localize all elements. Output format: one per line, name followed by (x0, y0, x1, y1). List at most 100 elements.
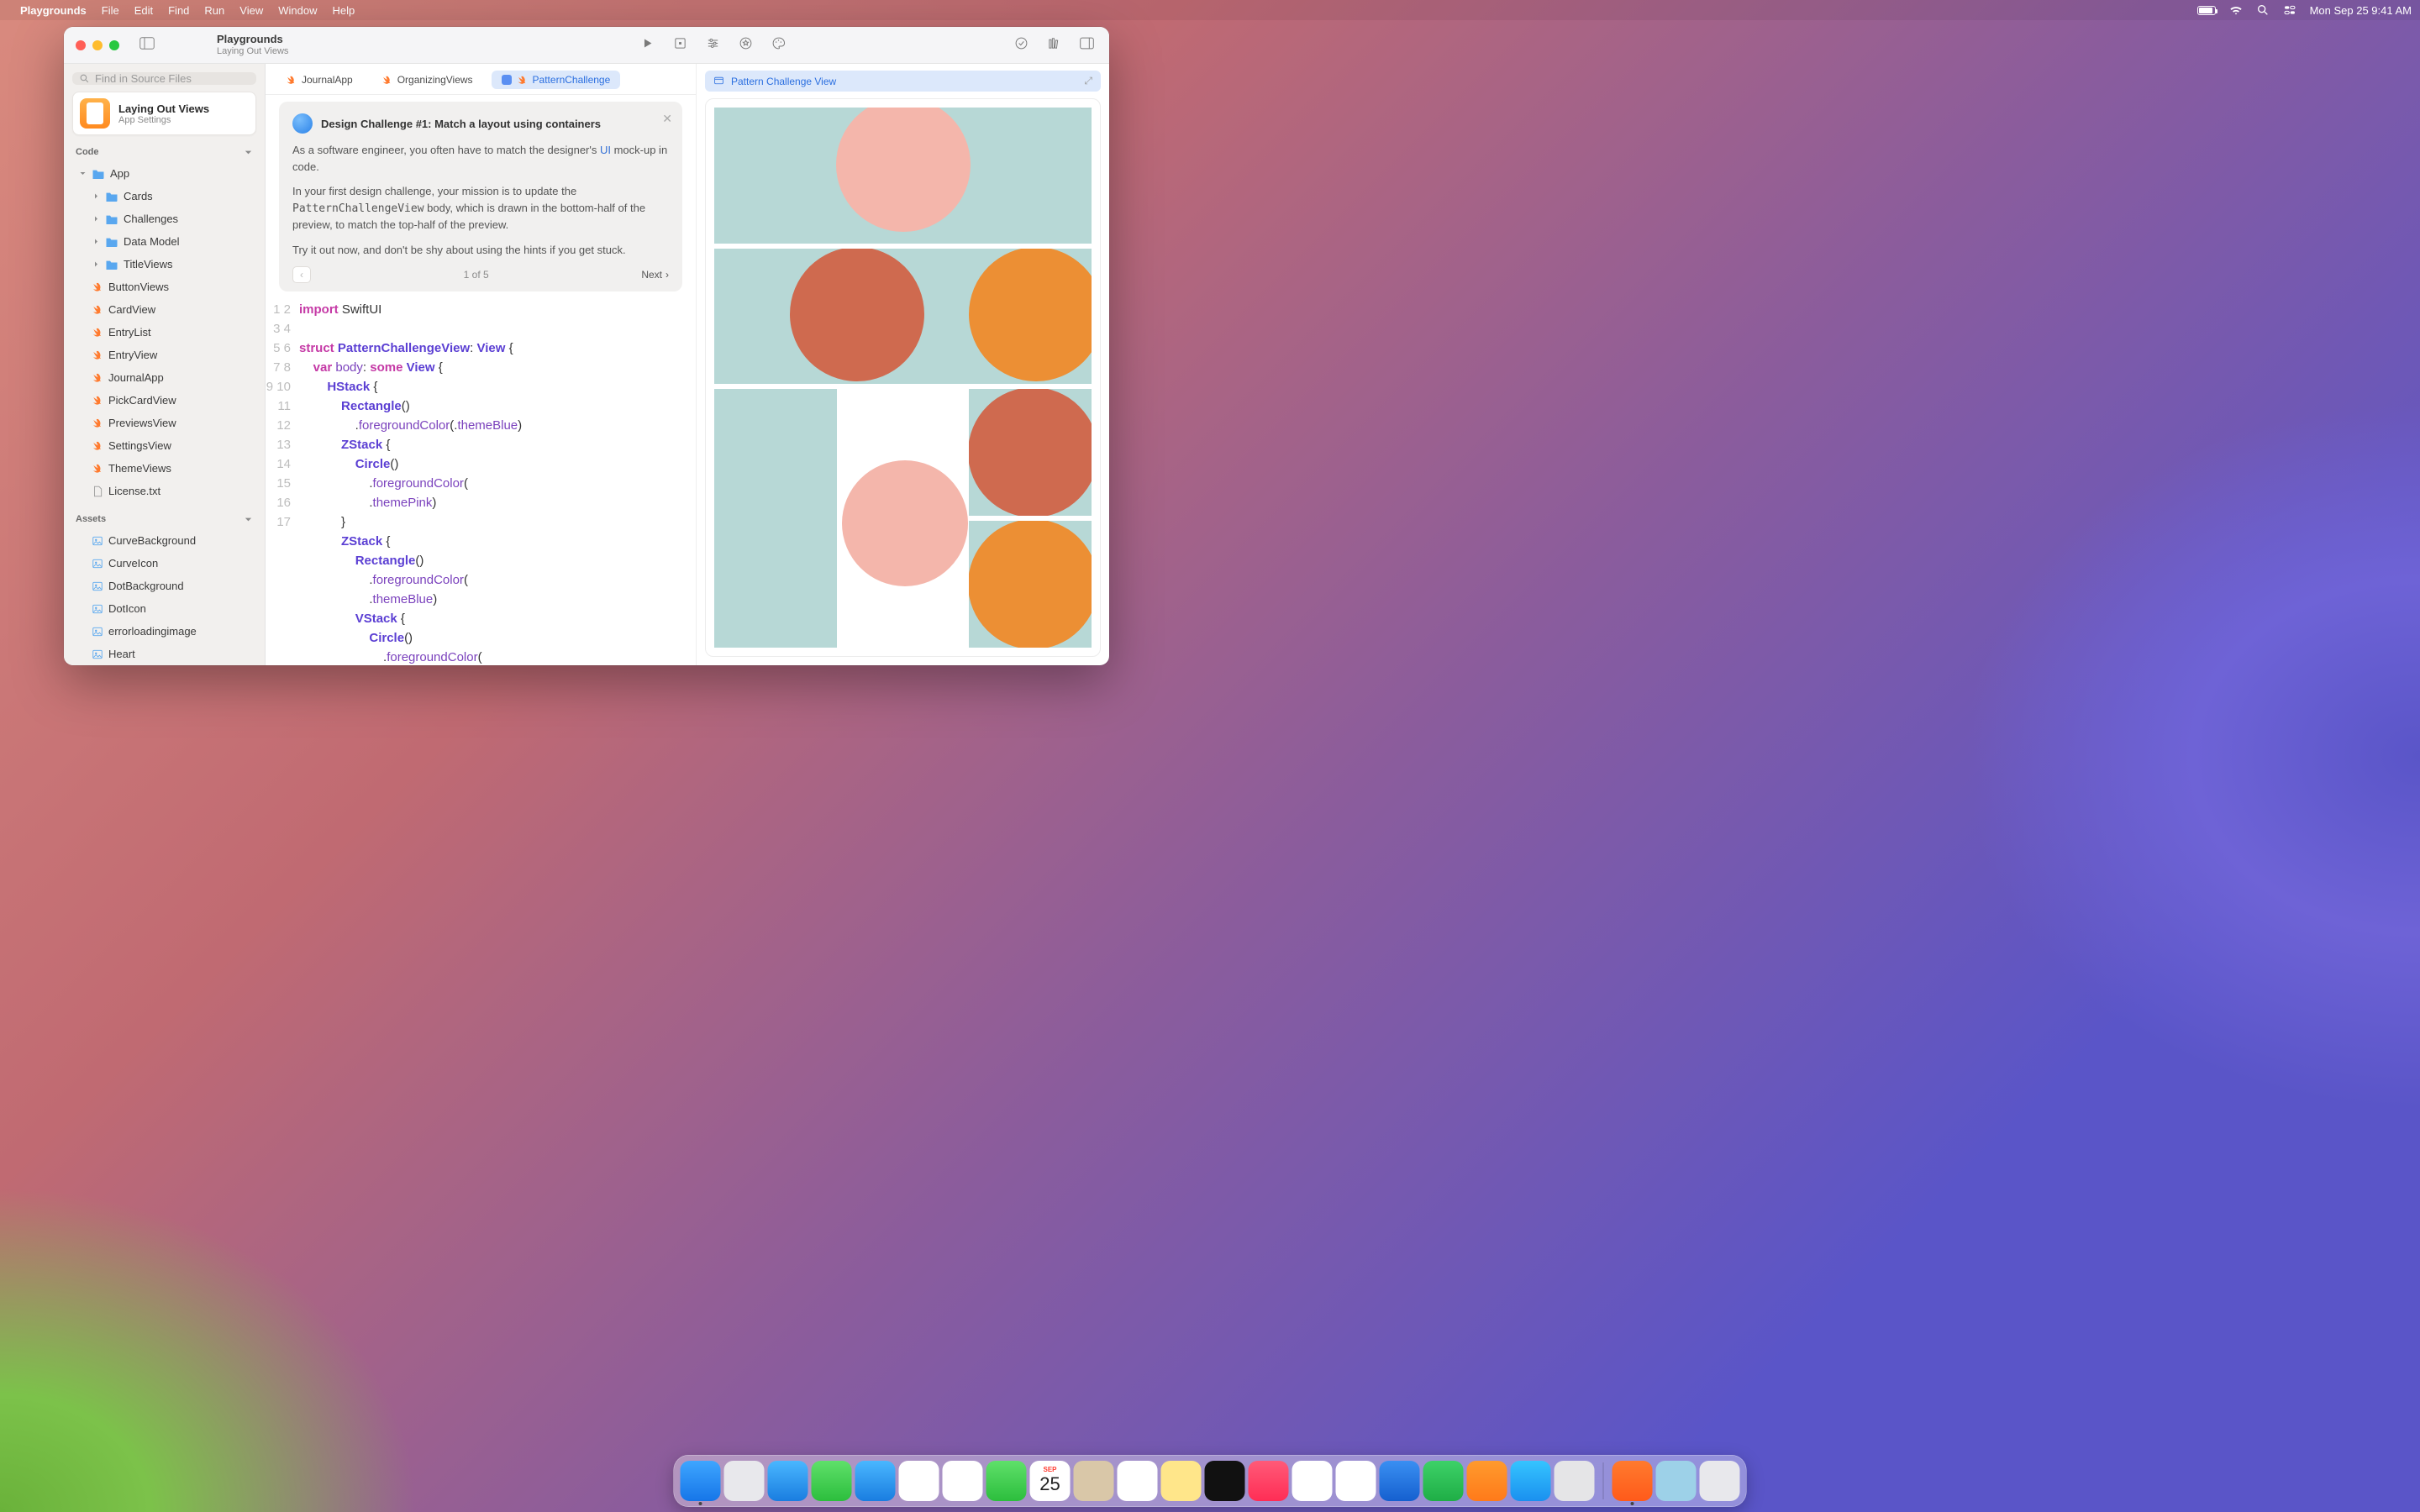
dock-app-facetime[interactable] (986, 1461, 1027, 1501)
dock-app-reminders[interactable] (1118, 1461, 1158, 1501)
assets-section-header[interactable]: Assets (64, 509, 265, 528)
tree-asset[interactable]: CurveIcon (64, 552, 265, 575)
settings-sliders-icon[interactable] (706, 36, 720, 55)
dock-app-playgrounds[interactable] (1612, 1461, 1653, 1501)
preview-canvas (705, 98, 1101, 657)
menubar-clock[interactable]: Mon Sep 25 9:41 AM (2310, 4, 2412, 17)
project-card[interactable]: Laying Out Views App Settings (72, 92, 256, 135)
dock-app-news[interactable] (1336, 1461, 1376, 1501)
tree-file-swift[interactable]: PreviewsView (64, 412, 265, 434)
dock-trash[interactable] (1700, 1461, 1740, 1501)
tree-file-swift[interactable]: SettingsView (64, 434, 265, 457)
tree-asset[interactable]: DotIcon (64, 597, 265, 620)
wifi-status-icon[interactable] (2229, 3, 2243, 17)
dock-app-pages[interactable] (1467, 1461, 1507, 1501)
tab-patternchallenge[interactable]: PatternChallenge (492, 71, 621, 89)
preview-shape (969, 389, 1092, 516)
search-icon (79, 73, 90, 84)
dock-app-keynote[interactable] (1380, 1461, 1420, 1501)
menu-find[interactable]: Find (168, 4, 189, 17)
control-center-icon[interactable] (2283, 3, 2296, 17)
tab-organizingviews[interactable]: OrganizingViews (371, 71, 483, 89)
close-task-button[interactable]: ✕ (662, 112, 672, 126)
tree-folder-challenges[interactable]: Challenges (64, 207, 265, 230)
preview-shape (714, 249, 1092, 385)
dock-app-maps[interactable] (899, 1461, 939, 1501)
task-paragraph-1: As a software engineer, you often have t… (292, 142, 669, 175)
tree-folder-cards[interactable]: Cards (64, 185, 265, 207)
dock-app-mail[interactable] (855, 1461, 896, 1501)
preview-header[interactable]: Pattern Challenge View ⤢ (705, 71, 1101, 92)
dock-app-messages[interactable] (812, 1461, 852, 1501)
dock-app-calendar[interactable]: SEP 25 (1030, 1461, 1071, 1501)
run-button[interactable] (640, 36, 655, 55)
tree-asset[interactable]: CurveBackground (64, 529, 265, 552)
next-hint-button[interactable]: Next › (641, 269, 669, 281)
search-field[interactable]: Find in Source Files (72, 72, 256, 85)
tree-file-swift[interactable]: EntryList (64, 321, 265, 344)
tree-file-swift[interactable]: ButtonViews (64, 276, 265, 298)
ui-link[interactable]: UI (600, 144, 611, 156)
file-tree: App Cards Challenges Data Model TitleVie… (64, 160, 265, 509)
preview-title: Pattern Challenge View (731, 76, 836, 87)
pager-status: 1 of 5 (464, 269, 489, 281)
dock-app-tv[interactable] (1205, 1461, 1245, 1501)
battery-status-icon[interactable] (2197, 6, 2216, 15)
editor-column: JournalApp OrganizingViews PatternChalle… (266, 64, 696, 665)
tree-file-swift[interactable]: JournalApp (64, 366, 265, 389)
dock-app-contacts[interactable] (1074, 1461, 1114, 1501)
dock-app-notes[interactable] (1161, 1461, 1202, 1501)
preview-shape (714, 389, 837, 648)
tree-folder-app[interactable]: App (64, 162, 265, 185)
spotlight-icon[interactable] (2256, 3, 2270, 17)
tab-journalapp[interactable]: JournalApp (276, 71, 363, 89)
close-window-button[interactable] (76, 40, 86, 50)
tree-asset[interactable]: Heart (64, 643, 265, 665)
stop-button[interactable] (673, 36, 687, 55)
tree-file-swift[interactable]: EntryView (64, 344, 265, 366)
tree-file-swift[interactable]: ThemeViews (64, 457, 265, 480)
checkmark-status-icon[interactable] (1014, 36, 1028, 55)
code-section-header[interactable]: Code (64, 142, 265, 160)
dock-app-finder[interactable] (681, 1461, 721, 1501)
menu-file[interactable]: File (102, 4, 119, 17)
tree-file-swift[interactable]: PickCardView (64, 389, 265, 412)
toggle-sidebar-button[interactable] (139, 37, 155, 54)
code-editor[interactable]: 1 2 3 4 5 6 7 8 9 10 11 12 13 14 15 16 1… (266, 291, 696, 665)
menu-view[interactable]: View (239, 4, 263, 17)
dock-app-music[interactable] (1249, 1461, 1289, 1501)
inspector-toggle-icon[interactable] (1080, 36, 1094, 55)
zoom-window-button[interactable] (109, 40, 119, 50)
code-lines[interactable]: import SwiftUI struct PatternChallengeVi… (299, 300, 696, 665)
menu-window[interactable]: Window (278, 4, 317, 17)
tree-asset[interactable]: errorloadingimage (64, 620, 265, 643)
sidebar: Find in Source Files Laying Out Views Ap… (64, 64, 266, 665)
window-subtitle: Laying Out Views (217, 46, 288, 57)
menu-app[interactable]: Playgrounds (20, 4, 87, 17)
dock-app-safari[interactable] (768, 1461, 808, 1501)
preview-shape (842, 389, 965, 648)
tree-file-license[interactable]: License.txt (64, 480, 265, 502)
dock-downloads[interactable] (1656, 1461, 1697, 1501)
dock-app-launchpad[interactable] (724, 1461, 765, 1501)
dock-app-photos[interactable] (943, 1461, 983, 1501)
dock-app-freeform[interactable] (1292, 1461, 1333, 1501)
tree-folder-titleviews[interactable]: TitleViews (64, 253, 265, 276)
menu-help[interactable]: Help (332, 4, 355, 17)
tree-file-swift[interactable]: CardView (64, 298, 265, 321)
expand-preview-button[interactable]: ⤢ (1084, 75, 1092, 87)
dock-app-settings[interactable] (1555, 1461, 1595, 1501)
star-icon[interactable] (739, 36, 753, 55)
editor-tabs: JournalApp OrganizingViews PatternChalle… (266, 64, 696, 95)
tree-asset[interactable]: DotBackground (64, 575, 265, 597)
library-icon[interactable] (1047, 36, 1061, 55)
menu-edit[interactable]: Edit (134, 4, 153, 17)
palette-icon[interactable] (771, 36, 786, 55)
dock-app-numbers[interactable] (1423, 1461, 1464, 1501)
menu-run[interactable]: Run (204, 4, 224, 17)
prev-hint-button[interactable]: ‹ (292, 266, 311, 283)
tree-folder-datamodel[interactable]: Data Model (64, 230, 265, 253)
target-badge-icon (502, 75, 512, 85)
dock-app-appstore[interactable] (1511, 1461, 1551, 1501)
minimize-window-button[interactable] (92, 40, 103, 50)
